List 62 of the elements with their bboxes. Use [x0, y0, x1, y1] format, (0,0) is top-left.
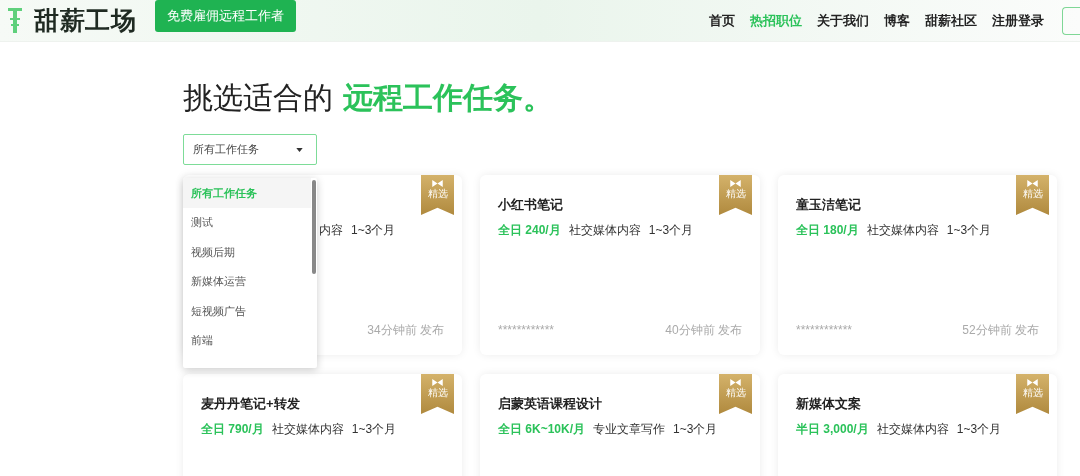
page-heading: 挑选适合的: [183, 81, 333, 114]
page-heading-highlight: 远程工作任务。: [343, 81, 553, 114]
nav-link[interactable]: 甜薪社区: [925, 10, 977, 31]
job-pay: 半日 3,000/月: [796, 421, 869, 438]
job-card[interactable]: 精选 小红书笔记 全日 240/月 社交媒体内容 1~3个月 ************ 40分钟前 发布: [480, 175, 760, 355]
job-title[interactable]: 小红书笔记: [498, 195, 563, 215]
posted-time: 52分钟前 发布: [962, 322, 1039, 339]
job-duration: 1~3个月: [946, 222, 992, 239]
poster-name: ************: [498, 322, 555, 339]
logo-icon: [8, 7, 22, 34]
logo-text[interactable]: 甜薪工场: [34, 1, 137, 40]
job-pay: 全日 790/月: [201, 421, 264, 438]
dropdown-option[interactable]: 测试: [183, 207, 311, 237]
job-duration: 1~3个月: [351, 222, 396, 239]
caret-icon: [296, 147, 303, 152]
scrollbar-thumb[interactable]: [312, 180, 316, 274]
job-title[interactable]: 童玉洁笔记: [796, 195, 861, 215]
job-category: 社交媒体内容: [876, 421, 949, 438]
bow-icon: [432, 180, 443, 187]
job-card[interactable]: 精选 童玉洁笔记 全日 180/月 社交媒体内容 1~3个月 ************ 52分钟前 发布: [778, 175, 1057, 355]
bow-icon: [1027, 379, 1038, 386]
nav-link[interactable]: 博客: [884, 10, 910, 31]
posted-time: 40分钟前 发布: [665, 322, 742, 339]
ribbon-label: 精选: [1022, 387, 1043, 398]
ribbon-label: 精选: [427, 188, 448, 199]
dropdown-option[interactable]: 视频后期: [183, 237, 311, 267]
job-category: 内容: [319, 222, 343, 239]
job-title[interactable]: 麦丹丹笔记+转发: [201, 394, 300, 414]
dropdown-option[interactable]: 新媒体运营: [183, 266, 311, 296]
poster-name: ************: [796, 322, 853, 339]
nav-link[interactable]: 注册登录: [992, 10, 1044, 31]
posted-time: 34分钟前 发布: [367, 322, 444, 339]
job-duration: 1~3个月: [351, 421, 397, 438]
job-category: 专业文章写作: [593, 421, 666, 438]
nav-link[interactable]: 首页: [709, 10, 735, 31]
dropdown-option[interactable]: 短视频广告: [183, 296, 311, 326]
job-duration: 1~3个月: [673, 421, 718, 438]
job-pay: 全日 240/月: [498, 222, 561, 239]
bow-icon: [730, 180, 741, 187]
job-card[interactable]: 精选 启蒙英语课程设计 全日 6K~10K/月 专业文章写作 1~3个月: [480, 374, 760, 476]
bow-icon: [1027, 180, 1038, 187]
bow-icon: [432, 379, 443, 386]
job-card[interactable]: 精选 麦丹丹笔记+转发 全日 790/月 社交媒体内容 1~3个月: [183, 374, 462, 476]
category-select[interactable]: 所有工作任务: [183, 134, 317, 165]
job-title[interactable]: 新媒体文案: [796, 394, 861, 414]
nav-link[interactable]: 关于我们: [817, 10, 869, 31]
header-button[interactable]: [1062, 6, 1080, 35]
job-pay: 全日 180/月: [796, 222, 859, 239]
job-duration: 1~3个月: [956, 421, 1002, 438]
bow-icon: [730, 379, 741, 386]
ribbon-label: 精选: [725, 387, 746, 398]
ribbon-label: 精选: [1022, 188, 1043, 199]
job-category: 社交媒体内容: [271, 421, 344, 438]
ribbon-label: 精选: [725, 188, 746, 199]
job-category: 社交媒体内容: [866, 222, 939, 239]
job-category: 社交媒体内容: [568, 222, 641, 239]
ribbon-label: 精选: [427, 387, 448, 398]
job-pay: 全日 6K~10K/月: [498, 421, 586, 438]
job-title[interactable]: 启蒙英语课程设计: [498, 394, 602, 414]
job-card[interactable]: 精选 新媒体文案 半日 3,000/月 社交媒体内容 1~3个月: [778, 374, 1057, 476]
job-duration: 1~3个月: [648, 222, 694, 239]
dropdown-option[interactable]: 前端: [183, 325, 311, 355]
